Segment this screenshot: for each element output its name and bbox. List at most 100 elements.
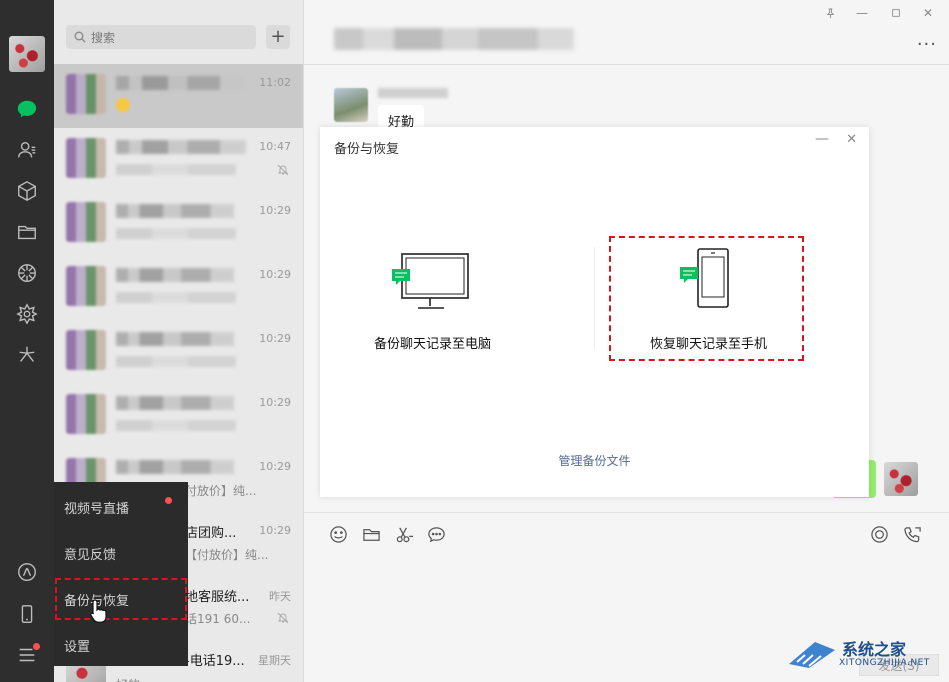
chat-preview-blurred [116, 292, 236, 303]
list-item[interactable]: 10:29 [54, 384, 303, 448]
chat-name-blurred [116, 332, 234, 346]
chat-history-icon[interactable] [426, 524, 446, 544]
chat-preview: 好的 [116, 676, 140, 682]
manage-backup-files-link[interactable]: 管理备份文件 [320, 452, 869, 469]
mute-icon [277, 612, 289, 624]
site-watermark: 系统之家 XITONGZHIJIA.NET [787, 634, 937, 674]
chat-time: 10:29 [259, 396, 291, 409]
menu-item-channels-live[interactable]: 视频号直播 [54, 484, 188, 530]
menu-item-settings[interactable]: 设置 [54, 622, 188, 668]
dialog-minimize-icon[interactable]: — [815, 131, 829, 147]
chat-time: 10:29 [259, 460, 291, 473]
menu-item-label: 视频号直播 [64, 501, 130, 517]
emoji-icon[interactable] [328, 524, 348, 544]
list-item[interactable]: 10:29 [54, 256, 303, 320]
menu-item-label: 设置 [64, 639, 91, 655]
toolbar-divider [304, 512, 949, 513]
my-message-avatar[interactable] [884, 462, 918, 496]
chat-preview-blurred [116, 164, 236, 175]
chat-avatar [66, 202, 106, 242]
menu-notification-dot [33, 643, 40, 650]
search-sparkle-icon[interactable] [15, 343, 39, 367]
list-item[interactable]: 10:47 [54, 128, 303, 192]
hand-cursor-icon [90, 599, 107, 623]
maximize-icon[interactable] [884, 4, 908, 22]
chat-preview: 【付放价】纯... [185, 548, 269, 562]
close-icon[interactable]: ✕ [916, 4, 940, 22]
backup-to-pc-option[interactable]: 备份聊天记录至电脑 [360, 237, 560, 357]
chat-name: -电话19... [185, 654, 245, 669]
chat-time: 星期天 [258, 654, 291, 667]
list-item[interactable]: 11:02 [54, 64, 303, 128]
chat-time: 昨天 [269, 590, 291, 603]
chat-time: 10:29 [259, 524, 291, 537]
chat-time: 10:47 [259, 140, 291, 153]
chat-avatar [66, 266, 106, 306]
chat-preview-blurred [116, 356, 236, 367]
search-placeholder: 搜索 [91, 30, 116, 45]
sender-name-blurred [378, 88, 448, 98]
chat-name-blurred [116, 204, 234, 218]
mute-icon [277, 164, 289, 176]
dialog-title: 备份与恢复 [334, 142, 400, 157]
list-item[interactable]: 10:29 [54, 320, 303, 384]
pin-icon[interactable] [818, 4, 842, 22]
chat-time: 11:02 [259, 76, 291, 89]
chat-preview-blurred [116, 228, 236, 239]
menu-item-feedback[interactable]: 意见反馈 [54, 530, 188, 576]
chat-preview: 话191 60... [185, 612, 251, 626]
chat-title-blurred [334, 28, 574, 50]
watermark-name: 系统之家 [842, 640, 907, 659]
chat-avatar [66, 330, 106, 370]
chat-time: 10:29 [259, 332, 291, 345]
moments-icon[interactable] [15, 261, 39, 285]
files-icon[interactable] [15, 220, 39, 244]
list-item[interactable]: 10:29 [54, 192, 303, 256]
watermark-url: XITONGZHIJIA.NET [839, 658, 930, 668]
chat-avatar [66, 74, 106, 114]
title-divider [304, 64, 949, 65]
highlight-box-restore [609, 236, 804, 361]
chat-preview-blurred [116, 420, 236, 431]
contacts-icon[interactable] [15, 138, 39, 162]
chat-name-blurred [116, 268, 234, 282]
live-notification-dot [165, 497, 172, 504]
screenshot-scissors-icon[interactable] [394, 524, 414, 544]
backup-restore-dialog: 备份与恢复 — ✕ 备份聊天记录至电脑 恢复聊天记录至手机 管理备份文件 [320, 127, 869, 497]
emoji-blurred [116, 98, 130, 112]
dialog-close-icon[interactable]: ✕ [846, 132, 857, 147]
chat-time: 10:29 [259, 204, 291, 217]
sender-avatar[interactable] [334, 88, 368, 122]
chat-name: 店团购... [185, 526, 237, 541]
search-icon [74, 31, 86, 43]
left-navigation [0, 0, 54, 682]
my-avatar[interactable] [9, 36, 45, 72]
search-input[interactable]: 搜索 [66, 25, 256, 49]
chat-name-blurred [116, 76, 246, 90]
chat-time: 10:29 [259, 268, 291, 281]
favorites-icon[interactable] [15, 179, 39, 203]
chat-preview: 付放价】纯... [185, 484, 257, 498]
settings-popup-menu: 视频号直播 意见反馈 备份与恢复 设置 [54, 482, 188, 666]
chat-name-blurred [116, 396, 234, 410]
computer-icon [392, 253, 469, 309]
chat-name-blurred [116, 140, 246, 154]
chat-name: 地客服统... [185, 590, 250, 605]
folder-icon[interactable] [361, 524, 381, 544]
chat-name-blurred [116, 460, 234, 474]
watermark-logo [789, 642, 835, 668]
backup-label: 备份聊天记录至电脑 [374, 337, 492, 352]
menu-item-label: 意见反馈 [64, 547, 117, 563]
live-icon[interactable] [869, 524, 889, 544]
more-options-icon[interactable]: ··· [917, 34, 937, 55]
channels-icon[interactable] [15, 560, 39, 584]
mini-program-icon[interactable] [15, 302, 39, 326]
highlight-box-menu [55, 578, 187, 620]
chat-icon[interactable] [15, 97, 39, 121]
add-chat-button[interactable]: + [266, 25, 290, 49]
options-divider [594, 247, 595, 349]
minimize-icon[interactable]: — [850, 4, 874, 22]
phone-icon[interactable] [15, 602, 39, 626]
chat-avatar [66, 138, 106, 178]
voice-call-icon[interactable] [902, 524, 922, 544]
